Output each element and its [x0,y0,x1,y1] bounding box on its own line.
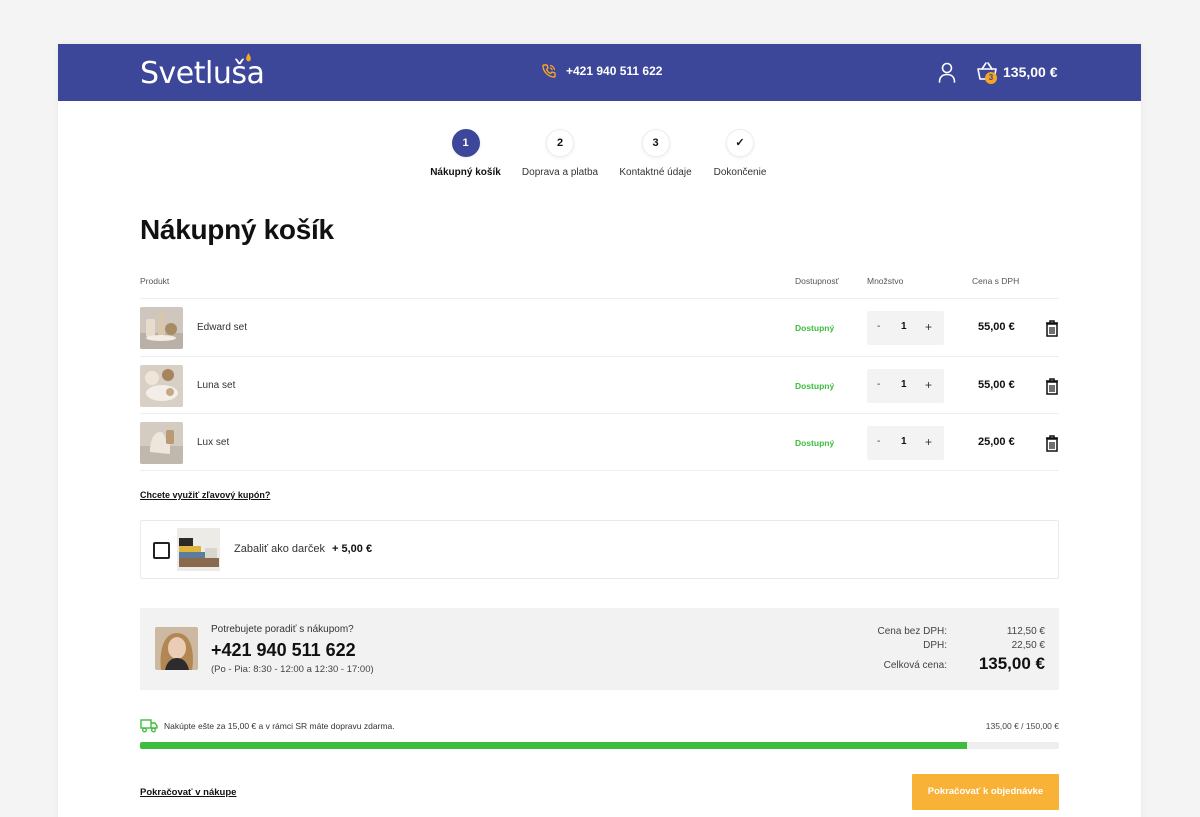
column-header-quantity: Množstvo [867,276,904,286]
quantity-decrease-button[interactable]: - [877,379,880,390]
free-shipping-text: Nakúpte ešte za 15,00 € a v rámci SR mát… [164,721,395,731]
gift-wrap-price: + 5,00 € [332,543,373,555]
avatar [155,627,198,670]
free-shipping-amount: 135,00 € / 150,00 € [985,721,1059,731]
availability-status: Dostupný [795,438,835,448]
column-header-availability: Dostupnosť [795,276,839,286]
product-image[interactable] [140,307,183,349]
header-phone-number: +421 940 511 622 [566,64,663,78]
quantity-value[interactable]: 1 [901,436,907,447]
help-hours: (Po - Pia: 8:30 - 12:00 a 12:30 - 17:00) [211,664,374,675]
free-shipping-progress [140,742,1059,749]
step-label: Kontaktné údaje [619,167,692,178]
continue-shopping-link[interactable]: Pokračovať v nákupe [140,787,236,798]
step-label: Doprava a platba [521,167,599,178]
trash-icon[interactable] [1044,377,1060,395]
help-phone[interactable]: +421 940 511 622 [211,640,356,661]
product-image[interactable] [140,422,183,464]
quantity-increase-button[interactable]: + [925,378,932,392]
header-phone[interactable]: +421 940 511 622 [541,63,662,79]
step-contact[interactable]: 3 Kontaktné údaje [618,129,693,178]
proceed-to-order-button[interactable]: Pokračovať k objednávke [912,774,1059,810]
quantity-stepper: - 1 + [867,426,944,460]
user-icon[interactable] [937,61,957,83]
net-price-label: Cena bez DPH: [877,626,947,637]
product-price: 25,00 € [978,436,1015,448]
page-frame: Svetluša +421 940 511 622 3 135,00 € 1 N… [58,44,1141,817]
step-number: 3 [641,129,670,157]
quantity-increase-button[interactable]: + [925,320,932,334]
quantity-stepper: - 1 + [867,311,944,345]
table-row: Lux set Dostupný - 1 + 25,00 € [140,413,1059,471]
trash-icon[interactable] [1044,319,1060,337]
step-label: Nákupný košík [430,167,501,178]
product-name[interactable]: Luna set [197,380,235,391]
site-header: Svetluša +421 940 511 622 3 135,00 € [58,44,1141,101]
cart-button[interactable]: 3 [976,61,998,85]
gift-wrap-option[interactable]: Zabaliť ako darček + 5,00 € [140,520,1059,579]
vat-label: DPH: [923,640,947,651]
quantity-stepper: - 1 + [867,369,944,403]
product-price: 55,00 € [978,321,1015,333]
availability-status: Dostupný [795,381,835,391]
gift-image [177,528,220,571]
flame-icon [246,53,251,62]
product-price: 55,00 € [978,379,1015,391]
step-number: 1 [451,129,480,157]
column-header-product: Produkt [140,276,170,286]
step-number: 2 [546,129,574,157]
truck-icon [140,719,158,733]
step-shipping[interactable]: 2 Doprava a platba [521,129,599,178]
step-label: Dokončenie [713,167,767,178]
cart-count-badge: 3 [985,72,997,84]
progress-fill [140,742,968,749]
vat-value: 22,50 € [1011,640,1045,651]
table-row: Edward set Dostupný - 1 + 55,00 € [140,298,1059,356]
cart-total[interactable]: 135,00 € [1003,64,1058,80]
availability-status: Dostupný [795,323,835,333]
check-icon: ✓ [726,129,754,157]
gift-wrap-label: Zabaliť ako darček [234,543,325,555]
page-title: Nákupný košík [140,214,334,245]
column-header-price: Cena s DPH [972,276,1020,286]
quantity-decrease-button[interactable]: - [877,436,880,447]
quantity-value[interactable]: 1 [901,321,907,332]
quantity-decrease-button[interactable]: - [877,321,880,332]
product-image[interactable] [140,365,183,407]
product-name[interactable]: Lux set [197,437,229,448]
product-name[interactable]: Edward set [197,322,247,333]
trash-icon[interactable] [1044,434,1060,452]
coupon-link[interactable]: Chcete využiť zľavový kupón? [140,490,270,500]
phone-icon [542,64,556,78]
help-question: Potrebujete poradiť s nákupom? [211,624,354,635]
step-cart[interactable]: 1 Nákupný košík [428,129,503,178]
gift-wrap-checkbox[interactable] [153,542,170,559]
table-row: Luna set Dostupný - 1 + 55,00 € [140,356,1059,414]
net-price-value: 112,50 € [1006,626,1045,637]
total-price-value: 135,00 € [978,654,1045,673]
checkout-stepper: 1 Nákupný košík 2 Doprava a platba 3 Kon… [58,129,1141,189]
quantity-increase-button[interactable]: + [925,435,932,449]
quantity-value[interactable]: 1 [901,379,907,390]
step-complete[interactable]: ✓ Dokončenie [709,129,771,178]
help-summary-box: Potrebujete poradiť s nákupom? +421 940 … [140,608,1059,690]
